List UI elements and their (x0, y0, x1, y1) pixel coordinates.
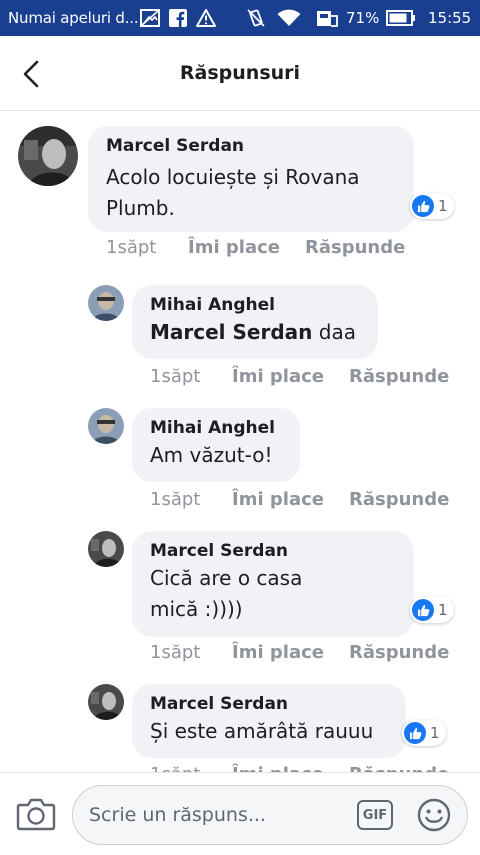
comment-text: Plumb. (106, 196, 175, 220)
reaction-count[interactable]: 1 (402, 720, 446, 746)
avatar[interactable] (88, 531, 124, 567)
battery-percent: 71% (346, 9, 380, 27)
camera-icon (16, 798, 56, 831)
comment-time[interactable]: 1săpt (150, 642, 232, 663)
battery-icon (386, 9, 416, 27)
like-link[interactable]: Îmi place (188, 237, 305, 258)
like-reaction-icon (404, 722, 426, 744)
comment-meta: 1săpt Îmi place Răspunde (150, 642, 449, 663)
like-link[interactable]: Îmi place (232, 366, 349, 387)
comment-author[interactable]: Marcel Serdan (106, 136, 414, 156)
emoji-button[interactable] (417, 798, 451, 832)
status-bar: Numai apeluri d... 71% 15:55 (0, 0, 480, 36)
warning-icon (196, 9, 216, 27)
comment-text: mică :)))) (150, 597, 243, 621)
like-link[interactable]: Îmi place (232, 642, 349, 663)
avatar[interactable] (88, 285, 124, 321)
comment-time[interactable]: 1săpt (150, 489, 232, 510)
clock: 15:55 (428, 9, 472, 27)
no-vibrate-icon (246, 9, 266, 27)
comment-text: Și este amărâtă rauuu (150, 719, 374, 743)
comment-time[interactable]: 1săpt (106, 237, 188, 258)
comment-meta: 1săpt Îmi place Răspunde (150, 366, 449, 387)
comment-author[interactable]: Marcel Serdan (150, 541, 414, 561)
comment-bubble[interactable]: Marcel Serdan Și este amărâtă rauuu (132, 684, 406, 758)
comment-time[interactable]: 1săpt (150, 366, 232, 387)
reply-link[interactable]: Răspunde (349, 489, 449, 510)
reaction-count[interactable]: 1 (410, 193, 454, 219)
comment-text: Am văzut-o! (150, 443, 273, 467)
camera-button[interactable] (16, 797, 56, 831)
like-reaction-icon (412, 195, 434, 217)
data-saver-icon (316, 9, 338, 27)
reply-composer: Scrie un răspuns... GIF (0, 772, 480, 855)
comment-text: Acolo locuiește și Rovana (106, 165, 360, 189)
header: Răspunsuri (0, 36, 480, 111)
wifi-icon (276, 9, 302, 27)
comment-author[interactable]: Mihai Anghel (150, 295, 378, 315)
comment-author[interactable]: Marcel Serdan (150, 694, 406, 714)
reply-link[interactable]: Răspunde (349, 366, 449, 387)
comment-meta: 1săpt Îmi place Răspunde (150, 489, 449, 510)
carrier-label: Numai apeluri d... (8, 9, 139, 27)
reply-input[interactable]: Scrie un răspuns... GIF (72, 785, 468, 845)
mention-link[interactable]: Marcel Serdan (150, 320, 312, 344)
reply-link[interactable]: Răspunde (305, 237, 405, 258)
reply-link[interactable]: Răspunde (349, 642, 449, 663)
comment-author[interactable]: Mihai Anghel (150, 418, 300, 438)
comment-bubble[interactable]: Mihai Anghel Am văzut-o! (132, 408, 300, 482)
page-title: Răspunsuri (179, 62, 301, 84)
reaction-count[interactable]: 1 (410, 597, 454, 623)
like-link[interactable]: Îmi place (232, 489, 349, 510)
smiley-icon (417, 798, 451, 832)
avatar[interactable] (88, 408, 124, 444)
comment-text: Cică are o casa (150, 566, 303, 590)
gif-button[interactable]: GIF (357, 800, 393, 830)
image-off-icon (140, 9, 160, 27)
facebook-icon (168, 9, 188, 27)
comment-bubble[interactable]: Mihai Anghel Marcel Serdan daa (132, 285, 378, 359)
avatar[interactable] (18, 126, 78, 186)
comment-bubble[interactable]: Marcel Serdan Cică are o casa mică :)))) (132, 531, 414, 637)
avatar[interactable] (88, 684, 124, 720)
comment-text: Marcel Serdan daa (150, 320, 356, 344)
comment-bubble[interactable]: Marcel Serdan Acolo locuiește și Rovana … (88, 126, 414, 232)
reply-placeholder: Scrie un răspuns... (89, 804, 266, 826)
comment-meta: 1săpt Îmi place Răspunde (106, 237, 405, 258)
like-reaction-icon (412, 599, 434, 621)
